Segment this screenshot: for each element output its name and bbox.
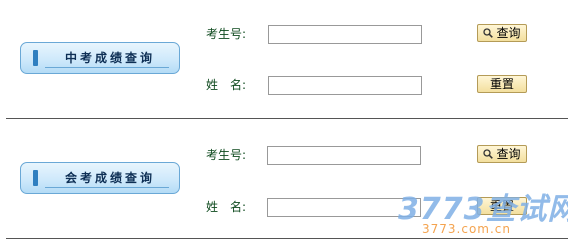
badge-bar-icon bbox=[33, 50, 38, 66]
badge-underline bbox=[45, 187, 169, 188]
zhongkao-title-badge: 中考成绩查询 bbox=[20, 42, 180, 74]
exam-id-label: 考生号: bbox=[206, 148, 247, 162]
search-label: 查询 bbox=[496, 26, 521, 40]
magnifier-icon bbox=[483, 147, 494, 163]
exam-id-label: 考生号: bbox=[206, 27, 247, 41]
zhongkao-search-button[interactable]: 查询 bbox=[477, 24, 527, 42]
zhongkao-reset-button[interactable]: 重置 bbox=[477, 75, 527, 93]
name-label: 姓 名: bbox=[206, 78, 247, 92]
huikao-search-button[interactable]: 查询 bbox=[477, 145, 527, 163]
badge-bar-icon bbox=[33, 170, 38, 186]
badge-underline bbox=[45, 67, 169, 68]
name-label: 姓 名: bbox=[206, 200, 247, 214]
magnifier-icon bbox=[483, 26, 494, 42]
huikao-title: 会考成绩查询 bbox=[64, 171, 155, 185]
zhongkao-name-input[interactable] bbox=[268, 76, 422, 95]
site-watermark: 3773查试网 3773.com.cn bbox=[398, 182, 568, 250]
search-label: 查询 bbox=[496, 147, 521, 161]
zhongkao-exam-id-input[interactable] bbox=[268, 25, 422, 44]
zhongkao-query-panel: 中考成绩查询 考生号: 查询 姓 名: 重置 bbox=[0, 0, 568, 118]
huikao-exam-id-input[interactable] bbox=[267, 146, 421, 165]
watermark-url: 3773.com.cn bbox=[422, 222, 511, 236]
zhongkao-title: 中考成绩查询 bbox=[64, 51, 155, 65]
reset-label: 重置 bbox=[489, 77, 514, 91]
huikao-title-badge: 会考成绩查询 bbox=[20, 162, 180, 194]
